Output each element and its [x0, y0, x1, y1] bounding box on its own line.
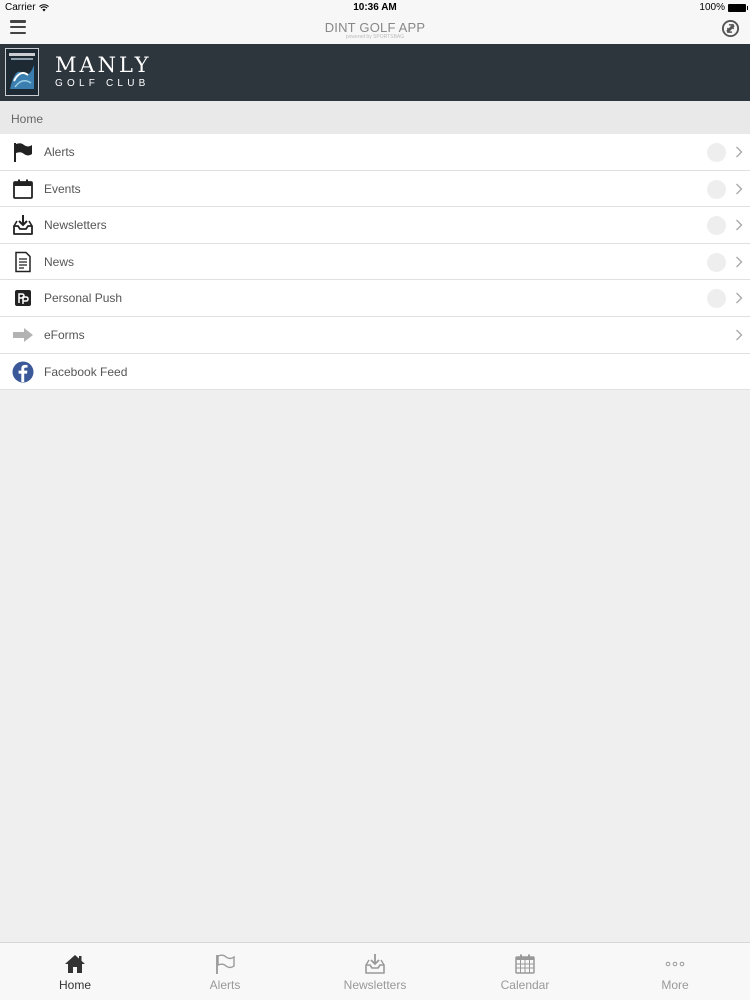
menu-item-label: Events	[44, 181, 81, 196]
menu-item-newsletters[interactable]: Newsletters	[0, 207, 750, 244]
arrow-right-icon	[13, 327, 33, 342]
breadcrumb-home: Home	[11, 112, 44, 126]
tab-label: More	[661, 978, 689, 992]
tab-label: Home	[58, 978, 91, 992]
chevron-right-icon	[736, 256, 743, 268]
menu-item-events[interactable]: Events	[0, 170, 750, 208]
club-header: MANLY GOLF CLUB	[0, 44, 750, 101]
count-badge	[707, 179, 726, 199]
flag-icon	[216, 954, 235, 974]
tab-alerts[interactable]: Alerts	[150, 943, 300, 1000]
breadcrumb: Home	[0, 101, 750, 134]
menu-item-personal-push[interactable]: Personal Push	[0, 280, 750, 317]
count-badge	[707, 252, 726, 272]
battery-icon	[728, 3, 748, 12]
inbox-download-icon	[13, 215, 33, 236]
tab-more[interactable]: More	[600, 943, 750, 1000]
inbox-download-icon	[365, 954, 385, 974]
battery-percent: 100%	[699, 2, 725, 13]
app-title: DINT GOLF APP	[324, 20, 426, 35]
count-badge	[707, 216, 726, 236]
home-icon	[65, 955, 85, 973]
chevron-right-icon	[736, 329, 743, 341]
calendar-grid-icon	[515, 954, 535, 974]
menu-item-alerts[interactable]: Alerts	[0, 134, 750, 171]
tab-label: Calendar	[500, 978, 550, 992]
chevron-right-icon	[736, 292, 743, 304]
tab-label: Newsletters	[343, 978, 407, 992]
count-badge	[707, 289, 726, 309]
app-subtitle: powered by SPORTSBAG	[345, 34, 405, 40]
chevron-right-icon	[736, 219, 743, 231]
club-name: MANLY	[55, 53, 152, 77]
facebook-icon	[12, 361, 34, 383]
tab-newsletters[interactable]: Newsletters	[300, 943, 450, 1000]
tab-home[interactable]: Home	[0, 943, 150, 1000]
menu-item-label: Personal Push	[44, 291, 123, 306]
count-badge	[707, 143, 726, 162]
clock: 10:36 AM	[353, 2, 397, 13]
menu-item-eforms[interactable]: eForms	[0, 316, 750, 354]
ellipsis-icon	[665, 961, 685, 967]
chevron-right-icon	[736, 146, 743, 158]
menu-item-label: Newsletters	[44, 218, 107, 233]
nav-bar: DINT GOLF APP powered by SPORTSBAG	[0, 14, 750, 44]
tab-bar: Home Alerts Newsletters Calendar More	[0, 942, 750, 1000]
document-icon	[15, 251, 31, 273]
menu-item-label: Facebook Feed	[44, 364, 128, 379]
club-crest-icon	[9, 53, 35, 89]
club-subtitle: GOLF CLUB	[55, 78, 150, 89]
club-logo	[5, 48, 39, 96]
menu-item-label: News	[44, 254, 75, 269]
menu-item-label: eForms	[44, 327, 85, 342]
battery-info: 100%	[699, 2, 748, 13]
chevron-right-icon	[736, 183, 743, 195]
tab-calendar[interactable]: Calendar	[450, 943, 600, 1000]
status-bar: Carrier 10:36 AM 100%	[0, 0, 750, 14]
menu-item-label: Alerts	[44, 145, 75, 159]
menu-item-news[interactable]: News	[0, 243, 750, 281]
flag-icon	[14, 143, 32, 162]
personal-push-icon	[15, 290, 31, 307]
sync-icon[interactable]	[721, 19, 740, 38]
calendar-icon	[13, 179, 33, 199]
menu-item-facebook-feed[interactable]: Facebook Feed	[0, 353, 750, 391]
menu-list: Alerts Events Newsletters News Personal …	[0, 134, 750, 391]
tab-label: Alerts	[209, 978, 241, 992]
